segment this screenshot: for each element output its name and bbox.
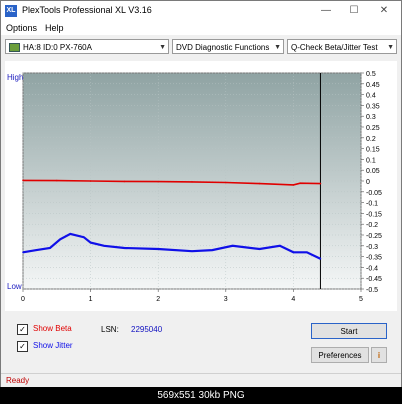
jitter-data-point xyxy=(319,257,322,260)
beta-data-point xyxy=(191,181,193,183)
y-tick-label: -0.4 xyxy=(366,265,378,272)
y-tick-label: -0.3 xyxy=(366,244,378,251)
beta-jitter-chart: High Low 0.50.450.40.350.30.250.20.150.1… xyxy=(7,71,382,303)
chevron-down-icon: ▼ xyxy=(387,44,394,51)
lsn-label: LSN: xyxy=(101,325,119,334)
beta-data-point xyxy=(89,180,92,182)
app-icon: XL xyxy=(5,5,17,17)
jitter-data-point xyxy=(258,248,261,250)
beta-data-point xyxy=(123,180,126,183)
window-title: PlexTools Professional XL V3.16 xyxy=(22,5,152,15)
jitter-data-point xyxy=(89,241,92,244)
beta-data-point xyxy=(225,181,227,184)
jitter-data-point xyxy=(279,245,281,247)
jitter-data-point xyxy=(69,233,72,235)
y-tick-label: 0.35 xyxy=(366,103,380,110)
beta-data-point xyxy=(56,179,58,182)
y-tick-label: -0.15 xyxy=(366,211,382,218)
status-bar: Ready xyxy=(1,373,401,388)
minimize-icon[interactable]: — xyxy=(311,2,341,20)
y-tick-label: -0.25 xyxy=(366,233,382,240)
drive-select-value: HA:8 ID:0 PX-760A xyxy=(23,43,92,52)
jitter-data-point xyxy=(22,251,24,254)
function-select-value: DVD Diagnostic Functions xyxy=(176,43,270,52)
y-tick-label: -0.1 xyxy=(366,201,378,208)
jitter-data-point xyxy=(231,245,234,247)
title-bar[interactable]: XL PlexTools Professional XL V3.16 — ☐ ✕ xyxy=(1,1,401,21)
options-panel: ✓ Show Beta ✓ Show Jitter LSN: 2295040 S… xyxy=(5,315,397,371)
x-tick-label: 3 xyxy=(224,296,228,303)
axis-low-label: Low xyxy=(7,282,22,291)
jitter-data-point xyxy=(59,238,61,241)
x-tick-label: 5 xyxy=(359,296,363,303)
jitter-data-point xyxy=(103,245,105,247)
image-caption: 569x551 30kb PNG xyxy=(0,387,402,404)
jitter-data-point xyxy=(191,250,193,252)
close-icon[interactable]: ✕ xyxy=(369,2,399,20)
x-tick-label: 0 xyxy=(21,296,25,303)
beta-data-point xyxy=(258,182,261,185)
jitter-data-point xyxy=(211,249,214,251)
chart-area: High Low 0.5 0.45 0.4 0.35 0.3 0.25 0.2 0.15 0.1… xyxy=(5,61,397,311)
jitter-data-point xyxy=(292,251,295,254)
y-tick-label: 0 xyxy=(366,179,370,186)
app-window: XL PlexTools Professional XL V3.16 — ☐ ✕… xyxy=(0,0,402,388)
drive-select[interactable]: HA:8 ID:0 PX-760A ▼ xyxy=(5,39,169,54)
function-select[interactable]: DVD Diagnostic Functions ▼ xyxy=(172,39,284,54)
x-tick-label: 1 xyxy=(89,296,93,303)
show-jitter-checkbox[interactable]: ✓ xyxy=(17,341,28,352)
show-beta-checkbox[interactable]: ✓ xyxy=(17,324,28,335)
menu-options[interactable]: Options xyxy=(6,23,37,33)
y-tick-label: 0.5 xyxy=(366,71,376,78)
maximize-icon[interactable]: ☐ xyxy=(339,2,369,20)
jitter-data-point xyxy=(35,249,38,251)
beta-data-point xyxy=(299,182,301,184)
y-tick-label: 0.3 xyxy=(366,114,376,121)
beta-data-point xyxy=(22,179,24,182)
jitter-data-point xyxy=(123,247,126,249)
info-icon[interactable]: i xyxy=(371,347,387,363)
jitter-data-point xyxy=(306,251,308,254)
menu-help[interactable]: Help xyxy=(45,23,64,33)
lsn-value: 2295040 xyxy=(131,325,163,334)
drive-icon xyxy=(9,43,20,53)
chevron-down-icon: ▼ xyxy=(159,44,166,51)
status-text: Ready xyxy=(6,376,30,385)
y-tick-label: 0.2 xyxy=(366,136,376,143)
y-tick-label: 0.45 xyxy=(366,82,380,89)
y-tick-label: 0.1 xyxy=(366,157,376,164)
jitter-data-point xyxy=(83,236,85,238)
y-tick-label: 0.05 xyxy=(366,168,380,175)
x-tick-label: 4 xyxy=(291,296,295,303)
y-tick-label: -0.35 xyxy=(366,255,382,262)
show-beta-label: Show Beta xyxy=(33,324,72,333)
y-tick-label: -0.2 xyxy=(366,222,378,229)
y-tick-label: -0.45 xyxy=(366,276,382,283)
menu-bar: Options Help xyxy=(1,21,401,35)
x-tick-label: 2 xyxy=(156,296,160,303)
jitter-data-point xyxy=(49,247,51,249)
show-jitter-label: Show Jitter xyxy=(33,341,73,350)
chevron-down-icon: ▼ xyxy=(274,44,281,51)
y-tick-label: 0.25 xyxy=(366,125,380,132)
y-tick-label: 0.15 xyxy=(366,147,380,154)
beta-data-point xyxy=(157,180,159,183)
test-select-value: Q-Check Beta/Jitter Test xyxy=(291,43,378,52)
jitter-data-point xyxy=(157,248,159,250)
y-tick-label: 0.4 xyxy=(366,93,376,100)
beta-data-point xyxy=(292,184,295,186)
toolbar: HA:8 ID:0 PX-760A ▼ DVD Diagnostic Funct… xyxy=(1,38,401,58)
start-button[interactable]: Start xyxy=(311,323,387,339)
axis-high-label: High xyxy=(7,73,23,82)
y-tick-label: -0.5 xyxy=(366,287,378,294)
preferences-button[interactable]: Preferences xyxy=(311,347,369,363)
y-tick-label: -0.05 xyxy=(366,190,382,197)
test-select[interactable]: Q-Check Beta/Jitter Test ▼ xyxy=(287,39,397,54)
beta-data-point xyxy=(319,182,322,185)
